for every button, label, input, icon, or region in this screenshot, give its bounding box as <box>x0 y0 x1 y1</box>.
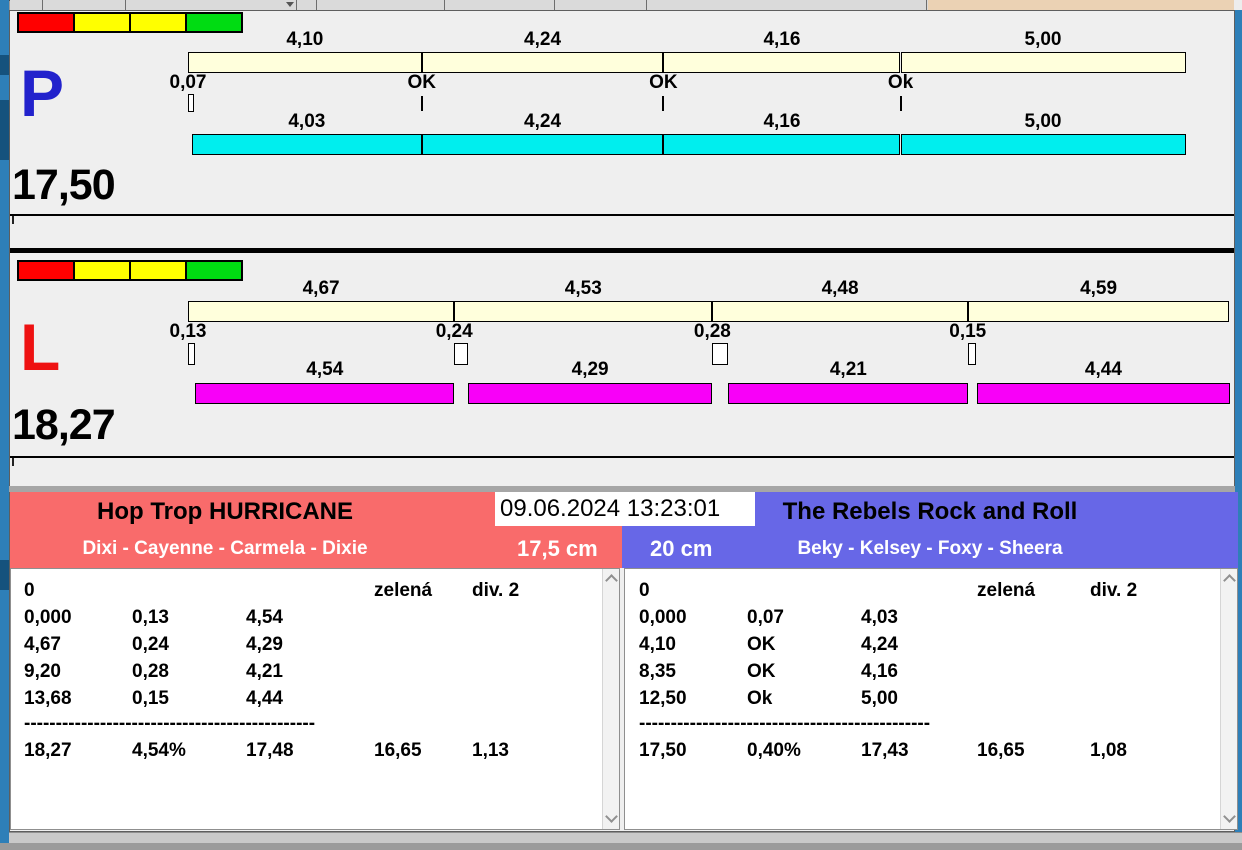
timestamp: 09.06.2024 13:23:01 <box>495 492 755 526</box>
strip-tick <box>646 0 647 10</box>
results-table-left[interactable] <box>10 568 620 830</box>
edge-mark <box>0 55 9 75</box>
scroll-down-icon[interactable] <box>1221 811 1237 827</box>
cursor-tick <box>12 458 14 466</box>
lane-divider <box>10 248 1234 253</box>
scroll-up-icon[interactable] <box>1221 571 1237 587</box>
strip-tick <box>554 0 555 10</box>
jump-height-left: 17,5 cm <box>517 536 598 562</box>
strip-tick <box>296 0 297 10</box>
strip-tick <box>926 0 927 10</box>
flyball-timing-screen: P17,504,104,244,165,000,07OKOKOk4,034,24… <box>0 0 1242 850</box>
cursor-tick <box>12 216 14 224</box>
jump-height-right: 20 cm <box>650 536 712 562</box>
team-dogs-right: Beky - Kelsey - Foxy - Sheera <box>622 538 1238 560</box>
strip-tick <box>125 0 126 10</box>
scroll-down-icon[interactable] <box>603 811 619 827</box>
strip-tick <box>444 0 445 10</box>
bottom-bar-outer <box>0 843 1242 850</box>
window-edge-left <box>0 0 9 843</box>
edge-mark <box>0 560 9 590</box>
strip-tick <box>316 0 317 10</box>
bottom-bar <box>9 832 1242 843</box>
scrollbar-right-table[interactable] <box>1220 569 1237 829</box>
results-table-right[interactable] <box>624 568 1238 830</box>
strip-tick <box>42 0 43 10</box>
dropdown-caret-icon[interactable] <box>286 2 294 7</box>
team-name-left: Hop Trop HURRICANE <box>10 498 440 526</box>
team-dogs-left: Dixi - Cayenne - Carmela - Dixie <box>10 538 440 560</box>
scroll-up-icon[interactable] <box>603 571 619 587</box>
lane-P-baseline <box>10 214 1234 216</box>
scrollbar-left-table[interactable] <box>602 569 619 829</box>
lane-L-baseline <box>10 456 1234 458</box>
edge-mark <box>0 100 9 160</box>
